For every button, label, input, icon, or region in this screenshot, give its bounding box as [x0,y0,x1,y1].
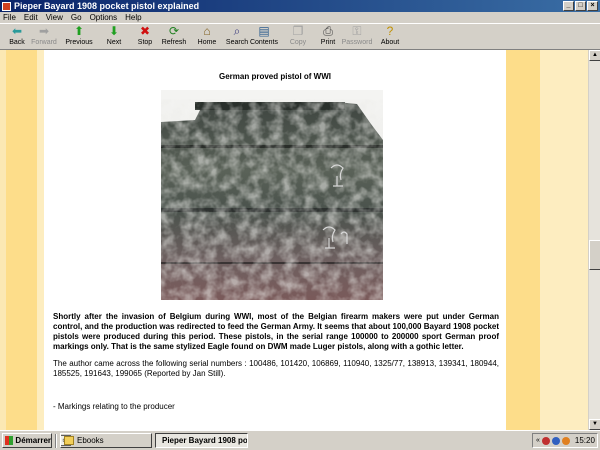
maximize-button[interactable]: □ [575,1,586,11]
clock[interactable]: 15:20 [575,436,595,445]
windows-logo-icon [5,436,14,445]
close-button[interactable]: × [587,1,598,11]
paragraph-serial-numbers: The author came across the following ser… [53,359,499,378]
scroll-up-button[interactable]: ▲ [589,50,600,61]
start-label: Démarrer [15,436,51,445]
pistol-photo-image [161,90,383,300]
paragraph-markings: - Markings relating to the producer [53,402,175,411]
task-pieper-label: Pieper Bayard 1908 poc... [162,436,248,445]
right-stripe [506,50,540,430]
task-pieper-bayard[interactable]: Pieper Bayard 1908 poc... [155,433,248,448]
home-icon: ⌂ [203,24,211,38]
menu-help[interactable]: Help [125,13,141,22]
print-icon: ⎙ [323,24,333,38]
system-tray: « 15:20 [532,433,598,448]
menu-view[interactable]: View [46,13,63,22]
menu-go[interactable]: Go [71,13,82,22]
start-button[interactable]: Démarrer [2,433,52,448]
paragraph-wwi-history: Shortly after the invasion of Belgium du… [53,312,499,351]
task-ebooks-label: Ebooks [77,436,104,445]
content-area: German proved pistol of WWI Shortly afte… [0,50,588,430]
stop-icon: ✖ [139,24,151,38]
app-icon [2,1,11,11]
minimize-button[interactable]: _ [563,1,574,11]
window-title: Pieper Bayard 1908 pocket pistol explain… [14,1,200,11]
scroll-down-button[interactable]: ▼ [589,419,600,430]
arrow-left-icon: ⬅ [11,24,23,38]
about-label: About [380,39,400,46]
tray-expand-icon[interactable]: « [536,437,540,444]
toolbar: ⬅ Back ➡ Forward ⬆ Previous ⬇ Next ✖ Stop ⟳ Refresh… [0,23,600,50]
arrow-down-icon: ⬇ [108,24,120,38]
window-controls: _ □ × [563,1,598,11]
search-icon: ⌕ [233,24,241,38]
previous-button[interactable]: ⬆ Previous [62,25,96,50]
arrow-up-icon: ⬆ [73,24,85,38]
pistol-photo [161,90,383,300]
arrow-right-icon: ➡ [38,24,50,38]
tray-network-icon[interactable] [551,436,560,445]
taskbar-separator [55,434,57,448]
about-icon: ? [386,24,394,38]
vertical-scrollbar[interactable]: ▲ ▼ [588,50,600,430]
folder-icon [64,436,74,445]
about-button[interactable]: ? About [373,25,407,50]
contents-icon: ▤ [258,24,270,38]
tray-security-icon[interactable] [541,436,550,445]
task-ebooks[interactable]: Ebooks [60,433,152,448]
taskbar: Démarrer ▭ Ebooks Pieper Bayard 1908 poc… [0,430,600,450]
right-margin [540,50,588,430]
menu-bar: File Edit View Go Options Help [0,12,600,23]
photo-caption: German proved pistol of WWI [218,72,331,81]
left-stripe [6,50,37,430]
copy-icon: ❐ [292,24,304,38]
scroll-thumb[interactable] [589,240,600,270]
refresh-icon: ⟳ [168,24,180,38]
menu-options[interactable]: Options [90,13,118,22]
forward-button: ➡ Forward [27,25,61,50]
contents-button[interactable]: ▤ Contents [247,25,281,50]
tray-app-icon[interactable] [561,436,570,445]
menu-file[interactable]: File [3,13,16,22]
page-body: German proved pistol of WWI Shortly afte… [44,50,506,430]
title-bar: Pieper Bayard 1908 pocket pistol explain… [0,0,600,12]
password-icon: ⚿ [352,24,362,38]
menu-edit[interactable]: Edit [24,13,38,22]
